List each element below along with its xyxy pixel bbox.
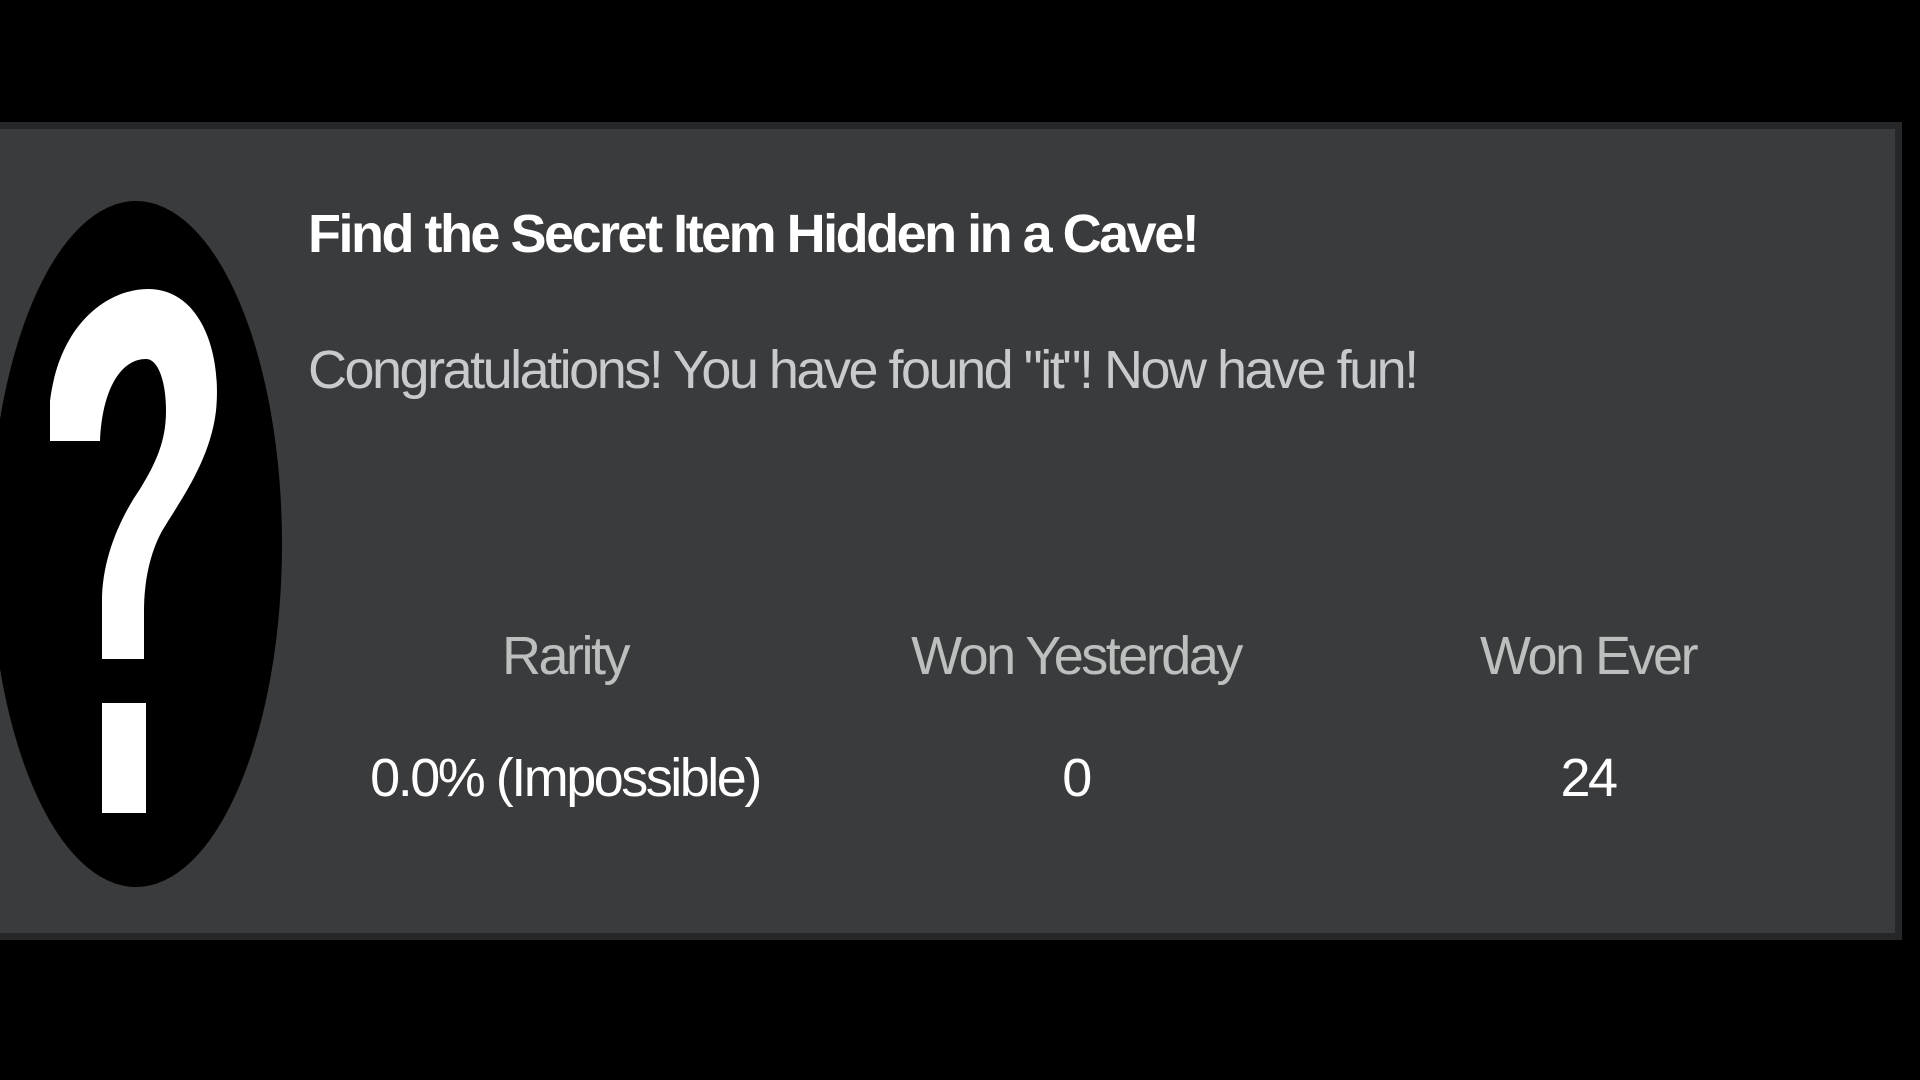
page: { "badge": { "icon": "question-mark-icon… [0,0,1920,1080]
stat-won-yesterday: Won Yesterday 0 [826,609,1326,813]
badge-card: Find the Secret Item Hidden in a Cave! C… [0,122,1902,940]
badge-stats: Rarity 0.0% (Impossible) Won Yesterday 0… [0,609,1895,829]
stat-won-ever-value: 24 [1560,748,1618,808]
stat-rarity: Rarity 0.0% (Impossible) [315,609,815,813]
stat-rarity-label: Rarity [501,626,631,686]
stat-won-yesterday-value: 0 [1062,748,1092,808]
badge-description: Congratulations! You have found "it"! No… [308,340,1419,400]
stat-rarity-value: 0.0% (Impossible) [370,748,762,808]
stat-won-ever: Won Ever 24 [1338,609,1838,813]
stat-won-ever-label: Won Ever [1479,626,1699,686]
badge-title: Find the Secret Item Hidden in a Cave! [308,204,1200,264]
stat-won-yesterday-label: Won Yesterday [911,626,1243,686]
